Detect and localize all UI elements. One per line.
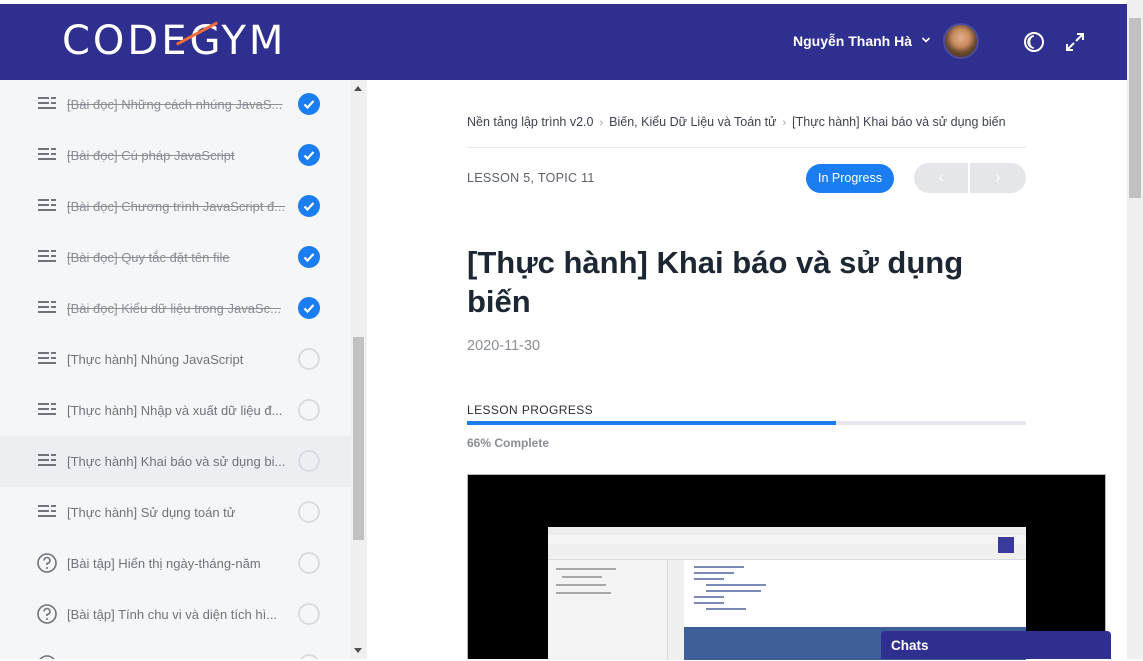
chevron-down-icon[interactable] [921,35,931,45]
question-circle-icon [39,655,55,659]
text-lines-icon [38,250,56,262]
question-circle-icon [37,604,57,624]
course-sidebar: [Bài đọc] Những cách nhúng JavaS... [Bài … [0,80,350,659]
sidebar-item-label: [Bài đọc] Chương trình JavaScript đ... [67,199,286,214]
lesson-nav: ‹ › [914,163,1026,193]
ide-toolbar [548,544,1026,560]
sidebar-item[interactable]: [Bài đọc] Những cách nhúng JavaS... [0,80,350,130]
scroll-down-arrow[interactable] [354,648,362,653]
sidebar-item-label: [Bài đọc] Quy tắc đặt tên file [67,250,230,265]
avatar[interactable] [943,23,979,59]
text-lines-icon [38,352,56,364]
sidebar-item-label: [Thực hành] Nhập và xuất dữ liệu đ... [67,403,283,418]
moon-icon[interactable] [1023,31,1045,53]
progress-fill [467,421,836,425]
empty-circle-icon[interactable] [298,348,320,370]
empty-circle-icon[interactable] [298,450,320,472]
text-lines-icon [38,454,56,466]
sidebar-item-label: [Bài đọc] Kiểu dữ liệu trong JavaSc... [67,301,281,316]
text-lines-icon [38,199,56,211]
empty-circle-icon[interactable] [298,552,320,574]
sidebar-item[interactable]: [Bài đọc] Cú pháp JavaScript [0,130,350,181]
check-circle-icon[interactable] [298,297,320,319]
check-circle-icon[interactable] [298,246,320,268]
check-circle-icon[interactable] [298,93,320,115]
top-navbar: CODEGYM Nguyễn Thanh Hà [0,0,1127,80]
page-scroll-thumb[interactable] [1129,18,1141,198]
text-lines-icon [38,148,56,160]
sidebar-item-label: [Bài đọc] Cú pháp JavaScript [67,148,235,163]
ide-project-panel [548,560,668,660]
progress-text: 66% Complete [467,436,550,450]
previous-button[interactable]: ‹ [914,163,970,193]
sidebar-item-label: [Bài tập] Tính chu vi và diện tích hì... [67,607,278,622]
text-lines-icon [38,403,56,415]
window-top-edge [0,0,1127,4]
sidebar-item[interactable]: [Bài đọc] Kiểu dữ liệu trong JavaSc... [0,283,350,334]
breadcrumb: Nền tảng lập trình v2.0 › Biến, Kiểu Dữ Li… [467,115,1006,129]
status-badge: In Progress [806,164,894,193]
next-button[interactable]: › [970,163,1026,193]
check-circle-icon[interactable] [298,195,320,217]
codegym-logo[interactable]: CODEGYM [62,21,286,61]
scroll-up-arrow[interactable] [354,86,362,91]
progress-bar [467,421,1026,425]
ide-menubar [548,535,1026,544]
page-scrollbar[interactable] [1127,0,1143,659]
sidebar-item-label: [Thực hành] Khai báo và sử dụng bi... [67,454,286,469]
sidebar-item[interactable]: [Bài đọc] Chương trình JavaScript đ... [0,181,350,232]
ide-gutter [668,560,684,660]
logo-text: CODEGYM [62,18,287,64]
sidebar-item-label: [Bài tập] Tính lãi suất ngân hàng [67,640,289,659]
ide-logo [998,537,1014,553]
sidebar-item-label: [Thực hành] Sử dụng toán tử [67,505,236,520]
empty-circle-icon[interactable] [298,654,320,659]
sidebar-item[interactable]: [Bài tập] Hiển thị ngày-tháng-năm [0,538,350,589]
user-name[interactable]: Nguyễn Thanh Hà [793,33,912,49]
sidebar-item[interactable]: [Thực hành] Sử dụng toán tử [0,487,350,538]
text-lines-icon [38,301,56,313]
breadcrumb-separator: › [782,117,787,129]
empty-circle-icon[interactable] [298,501,320,523]
sidebar-item-label: [Thực hành] Nhúng JavaScript [67,352,244,367]
text-lines-icon [38,505,56,517]
divider [467,147,1026,148]
ide-titlebar [548,527,1026,535]
sidebar-item-label: [Bài tập] Hiển thị ngày-tháng-năm [67,556,261,571]
sidebar-item[interactable]: [Bài tập] Tính chu vi và diện tích hì... [0,589,350,640]
fullscreen-icon[interactable] [1064,31,1086,53]
question-circle-icon [37,553,57,573]
scroll-thumb[interactable] [353,337,364,540]
text-lines-icon [38,97,56,109]
page-title: [Thực hành] Khai báo và sử dụng biến [467,245,964,319]
sidebar-item[interactable]: [Bài tập] Tính lãi suất ngân hàng [0,640,350,659]
lesson-date: 2020-11-30 [467,338,541,354]
sidebar-item[interactable]: [Thực hành] Khai báo và sử dụng bi... [0,436,350,487]
progress-label: LESSON PROGRESS [467,403,594,417]
sidebar-item[interactable]: [Bài đọc] Quy tắc đặt tên file [0,232,350,283]
lesson-meta: LESSON 5, TOPIC 11 [467,171,595,185]
breadcrumb-topic[interactable]: [Thực hành] Khai báo và sử dụng biến [792,115,1005,129]
breadcrumb-course[interactable]: Nền tảng lập trình v2.0 [467,115,593,129]
empty-circle-icon[interactable] [298,399,320,421]
sidebar-item-label: [Bài đọc] Những cách nhúng JavaS... [67,97,283,112]
empty-circle-icon[interactable] [298,603,320,625]
breadcrumb-lesson[interactable]: Biến, Kiểu Dữ Liệu và Toán tử [609,115,776,129]
breadcrumb-separator: › [599,117,604,129]
chats-widget[interactable]: Chats [881,631,1111,659]
sidebar-item[interactable]: [Thực hành] Nhúng JavaScript [0,334,350,385]
sidebar-scrollbar[interactable] [350,80,367,659]
check-circle-icon[interactable] [298,144,320,166]
sidebar-item[interactable]: [Thực hành] Nhập và xuất dữ liệu đ... [0,385,350,436]
